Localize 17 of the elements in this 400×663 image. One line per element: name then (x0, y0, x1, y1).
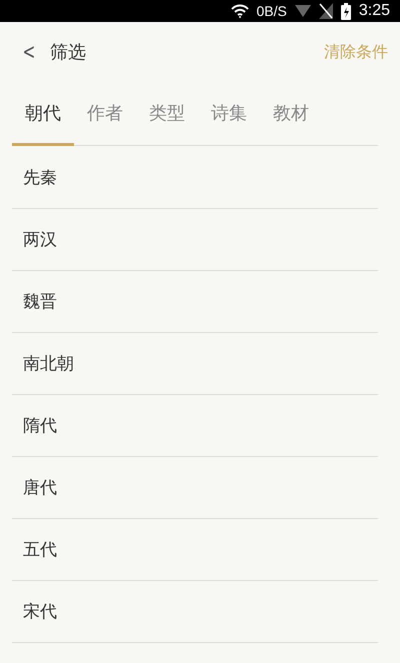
dynasty-item[interactable]: 五代 (12, 519, 378, 581)
dynasty-item[interactable]: 隋代 (12, 395, 378, 457)
tab[interactable]: 朝代 (12, 82, 74, 146)
network-speed: 0B/S (256, 3, 287, 19)
signal-icon (294, 4, 311, 18)
dynasty-item[interactable]: 两汉 (12, 209, 378, 271)
dynasty-item[interactable]: 唐代 (12, 457, 378, 519)
back-button[interactable]: < (22, 40, 44, 64)
dynasty-item[interactable]: 魏晋 (12, 271, 378, 333)
page-title: 筛选 (50, 41, 87, 64)
battery-icon (340, 2, 351, 20)
dynasty-item[interactable]: 南北朝 (12, 333, 378, 395)
dynasty-item[interactable]: 宋代 (12, 581, 378, 643)
no-sim-icon (318, 3, 333, 19)
dynasty-item[interactable]: 先秦 (12, 147, 378, 209)
wifi-icon (230, 4, 248, 18)
clock: 3:25 (358, 2, 390, 20)
